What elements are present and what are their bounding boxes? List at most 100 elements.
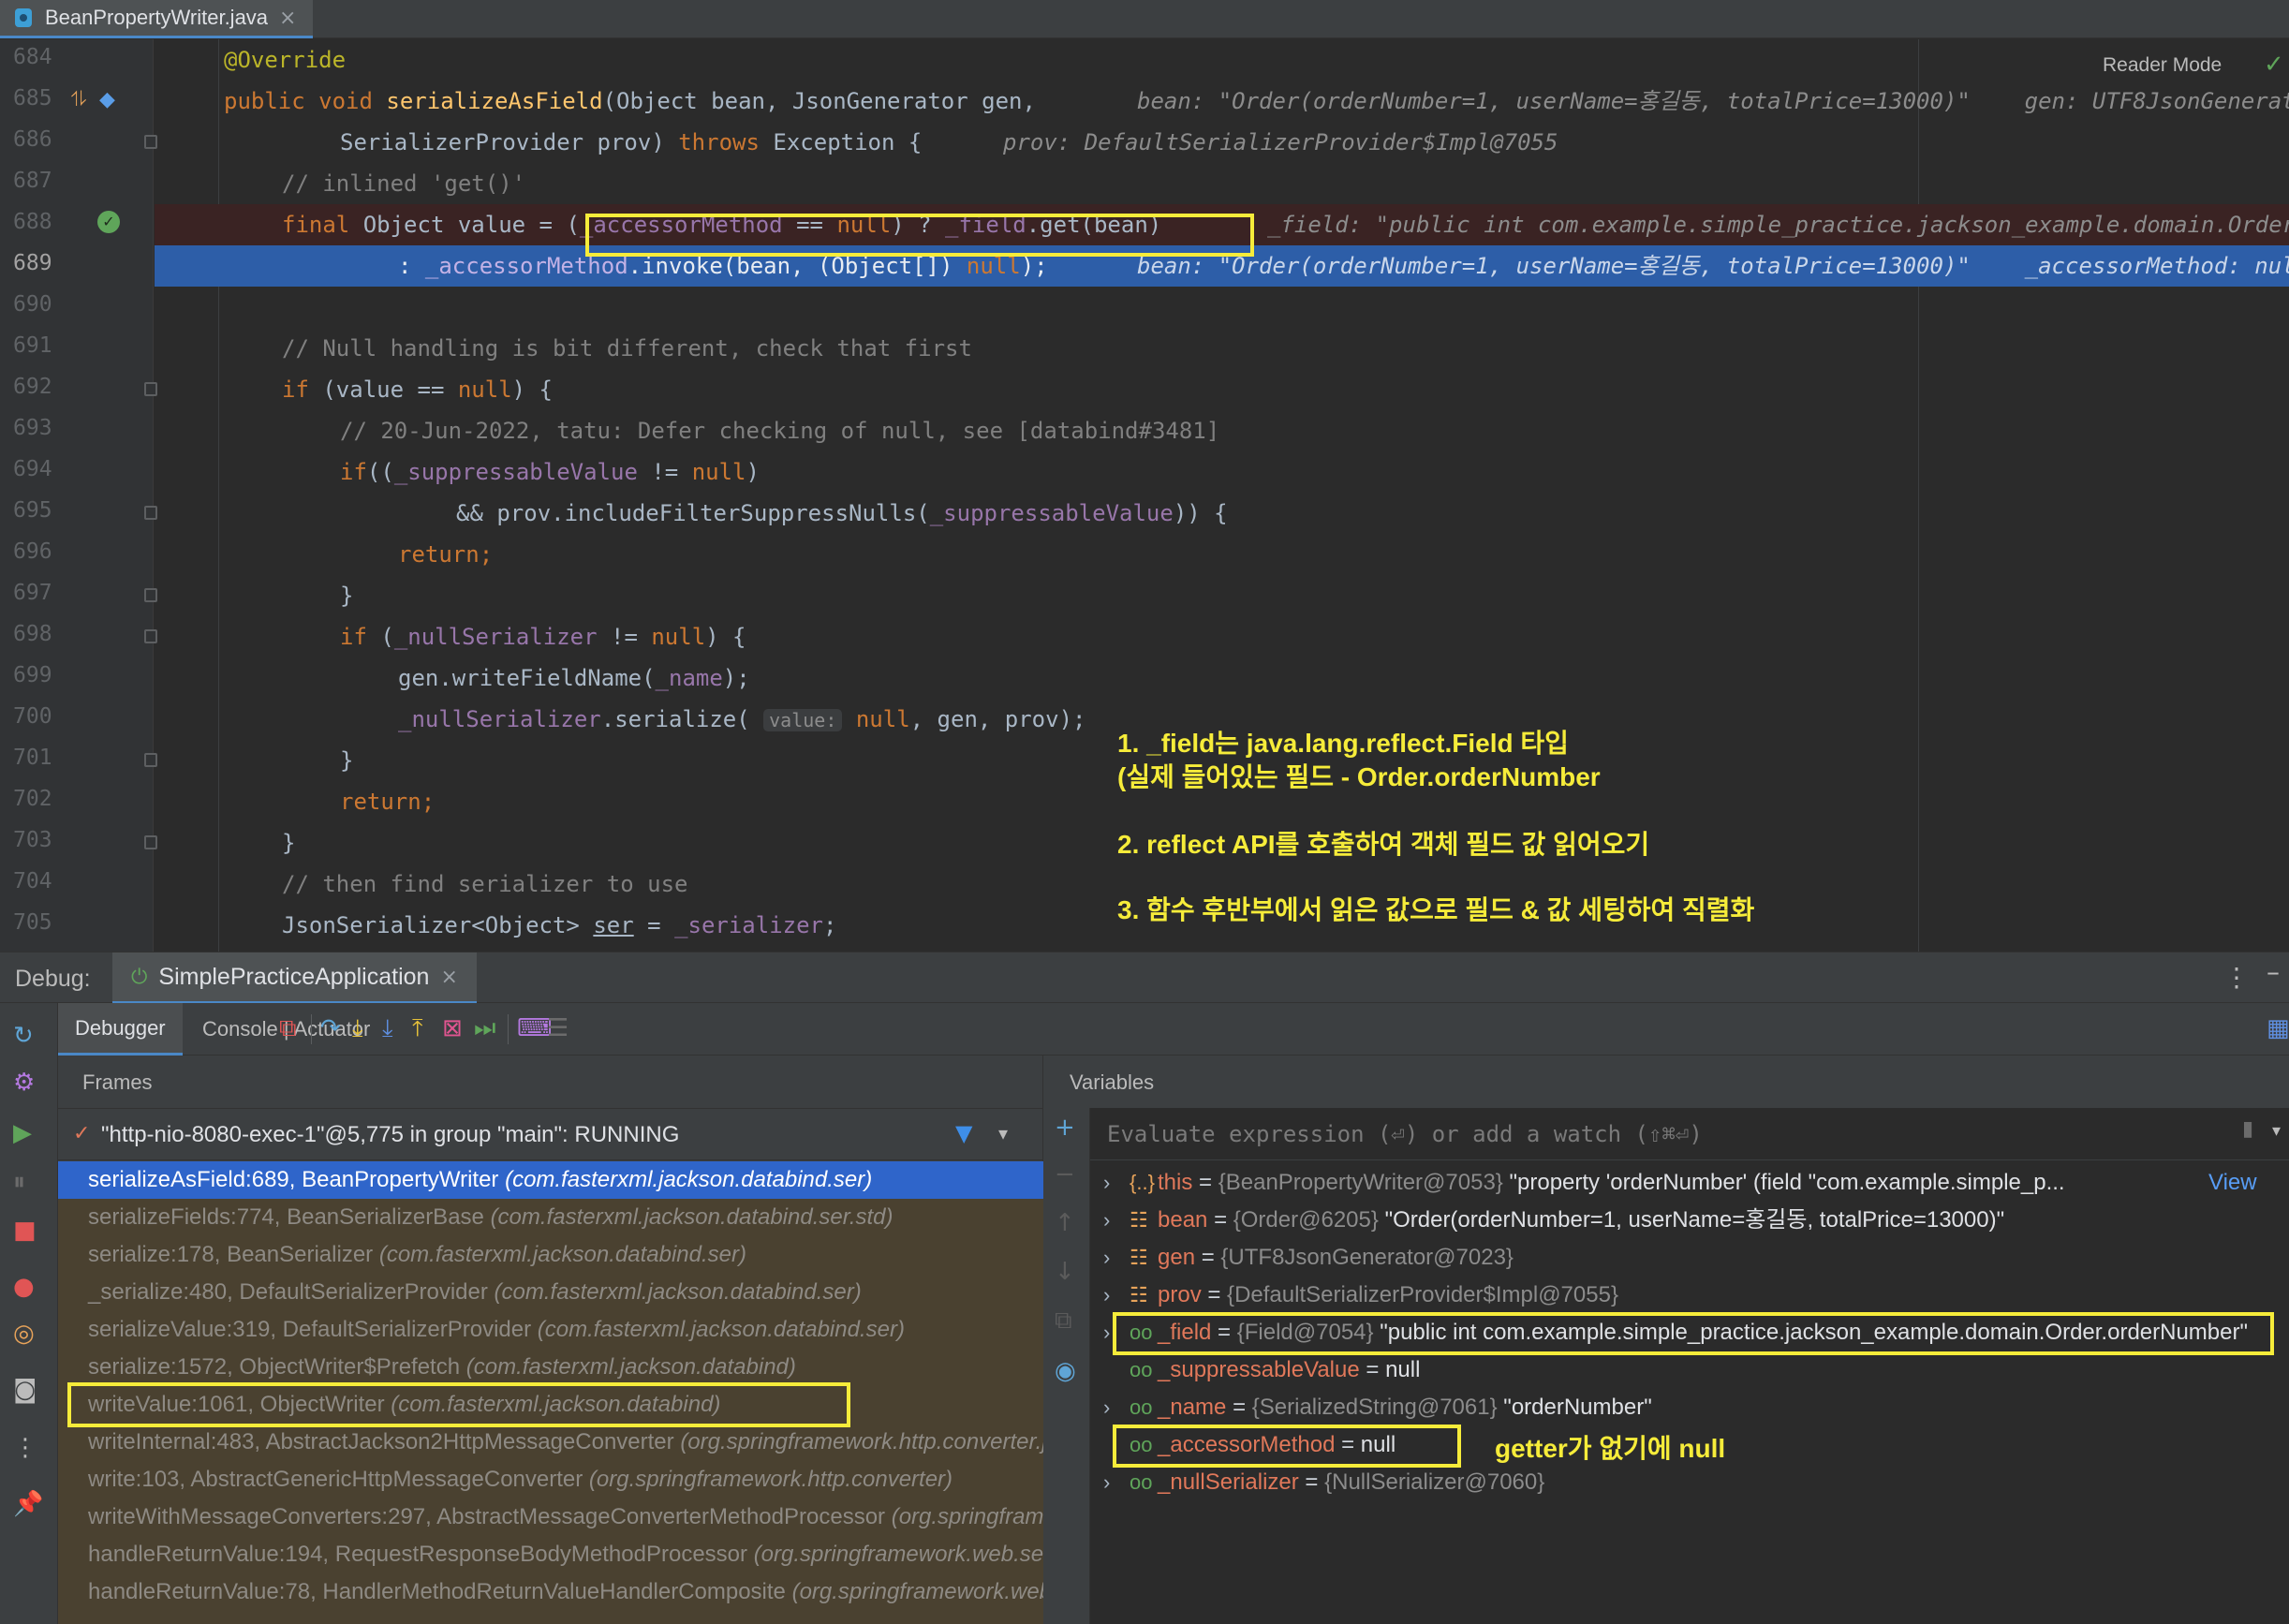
toolbar-separator	[311, 1014, 312, 1044]
step-out-icon[interactable]: ⤒	[412, 1014, 423, 1043]
close-tab-icon[interactable]: ×	[279, 7, 296, 30]
debug-marker-icon[interactable]: ◆	[99, 88, 115, 111]
view-link[interactable]: View	[2208, 1164, 2257, 1202]
variable-row-null-serializer[interactable]: › oo _nullSerializer = {NullSerializer@7…	[1090, 1464, 2289, 1501]
frame-method: writeInternal:483, AbstractJackson2HttpM…	[88, 1429, 674, 1454]
resume-icon[interactable]: ▶	[13, 1119, 32, 1147]
arrow-up-icon[interactable]: ↑	[1055, 1209, 1075, 1237]
frame-item[interactable]: handleReturnValue:194, RequestResponseBo…	[58, 1536, 1043, 1573]
session-tab-label: SimplePracticeApplication	[158, 963, 430, 990]
variable-text: _suppressableValue = null	[1158, 1357, 1421, 1382]
expand-chevron-icon[interactable]: ›	[1103, 1164, 1110, 1202]
frame-method: write:103, AbstractGenericHttpMessageCon…	[88, 1467, 583, 1492]
force-step-into-icon[interactable]: ⤓	[382, 1014, 393, 1043]
inline-debug-value: prov: DefaultSerializerProvider$Impl@705…	[1003, 129, 1558, 155]
rerun-icon[interactable]: ↻	[13, 1022, 34, 1050]
frame-item[interactable]: serializeFields:774, BeanSerializerBase …	[58, 1199, 1043, 1236]
variable-row-bean[interactable]: › ☷ bean = {Order@6205} "Order(orderNumb…	[1090, 1202, 2289, 1239]
frame-package: (org.springframework.http.converter.json…	[680, 1429, 1043, 1454]
run-to-cursor-icon[interactable]: ⏭	[474, 1014, 495, 1043]
frame-package: (org.springframework.web.method.support)	[791, 1579, 1043, 1604]
variable-row-prov[interactable]: › ☷ prov = {DefaultSerializerProvider$Im…	[1090, 1277, 2289, 1314]
frames-title: Frames	[82, 1070, 153, 1094]
arrow-down-icon[interactable]: ↓	[1055, 1258, 1075, 1286]
code-text: JsonSerializer<Object> ser = _serializer…	[282, 912, 837, 938]
show-execution-point-icon[interactable]: ⧉	[279, 1014, 297, 1043]
frame-item[interactable]: serializeValue:319, DefaultSerializerPro…	[58, 1311, 1043, 1349]
debug-session-tab[interactable]: ⏻ SimplePracticeApplication ×	[112, 952, 477, 1004]
expand-chevron-icon[interactable]: ›	[1103, 1389, 1110, 1426]
variable-row-gen[interactable]: › ☷ gen = {UTF8JsonGenerator@7023}	[1090, 1239, 2289, 1277]
minimize-icon[interactable]: –	[2267, 956, 2280, 987]
step-over-icon[interactable]: ↷	[320, 1014, 341, 1042]
show-watches-eye-icon[interactable]: ◉	[1055, 1357, 1076, 1385]
expand-chevron-icon[interactable]: ›	[1103, 1202, 1110, 1239]
thread-selector[interactable]: ✓ "http-nio-8080-exec-1"@5,775 in group …	[58, 1108, 1043, 1160]
tab-debugger[interactable]: Debugger	[58, 1003, 183, 1056]
code-text: public void serializeAsField(Object bean…	[224, 88, 1036, 114]
more-options-icon[interactable]: ⋮	[2223, 962, 2250, 993]
step-into-icon[interactable]: ⤓	[352, 1014, 363, 1043]
more-actions-icon[interactable]: ⋮	[13, 1434, 37, 1462]
mute-breakpoints-icon[interactable]: ◎	[13, 1320, 35, 1348]
variable-row-suppressable-value[interactable]: oo _suppressableValue = null	[1090, 1351, 2289, 1389]
variable-row-this[interactable]: › {..} this = {BeanPropertyWriter@7053} …	[1090, 1164, 2289, 1202]
frame-item[interactable]: _serialize:480, DefaultSerializerProvide…	[58, 1274, 1043, 1311]
reader-mode-button[interactable]: Reader Mode	[2103, 54, 2222, 77]
line-number: 688	[13, 210, 52, 234]
line-number: 686	[13, 127, 52, 152]
field-watch-icon: oo	[1130, 1358, 1153, 1381]
code-area[interactable]: @Override public void serializeAsField(O…	[155, 39, 2289, 952]
pin-icon[interactable]: 📌	[13, 1490, 43, 1518]
add-watch-icon[interactable]: +	[1055, 1114, 1075, 1142]
code-line-691: // Null handling is bit different, check…	[155, 328, 2289, 369]
camera-icon[interactable]: ◙	[13, 1376, 37, 1404]
expand-chevron-icon[interactable]: ›	[1103, 1277, 1110, 1314]
chevron-down-icon[interactable]: ▾	[2272, 1121, 2281, 1141]
code-line-694: if((_suppressableValue != null)	[155, 451, 2289, 493]
expand-chevron-icon[interactable]: ›	[1103, 1239, 1110, 1277]
remove-watch-icon[interactable]: −	[1055, 1160, 1075, 1188]
annotation-note-3: 3. 함수 후반부에서 읽은 값으로 필드 & 값 세팅하여 직렬화	[1117, 895, 1755, 924]
copy-icon[interactable]: ⧉	[1055, 1307, 1072, 1336]
frame-item[interactable]: serialize:178, BeanSerializer (com.faste…	[58, 1236, 1043, 1274]
variable-row-name[interactable]: › oo _name = {SerializedString@7061} "or…	[1090, 1389, 2289, 1426]
editor-tab-beanpropertywriter[interactable]: BeanPropertyWriter.java ×	[0, 0, 314, 38]
frame-package: (org.springframework.web.servlet.mvc.met…	[891, 1504, 1043, 1529]
frame-item[interactable]: writeWithMessageConverters:297, Abstract…	[58, 1499, 1043, 1536]
frame-item[interactable]: serializeAsField:689, BeanPropertyWriter…	[58, 1161, 1043, 1199]
bookmark-icon[interactable]: ▮	[2242, 1117, 2253, 1141]
inspection-ok-icon[interactable]: ✓	[2264, 51, 2284, 79]
java-class-icon	[13, 7, 34, 29]
close-session-icon[interactable]: ×	[440, 966, 457, 989]
variable-text: this = {BeanPropertyWriter@7053} "proper…	[1158, 1170, 2065, 1195]
frame-method: handleReturnValue:78, HandlerMethodRetur…	[88, 1579, 786, 1604]
editor-gutter[interactable]: 684 685 ⥮ ◆ 686 687 688 ✓ 689 690 691 69…	[0, 39, 157, 952]
frame-package: (com.fasterxml.jackson.databind)	[465, 1354, 796, 1380]
filter-icon[interactable]: ▼	[955, 1120, 972, 1146]
layout-settings-icon[interactable]: ▦	[2267, 1014, 2289, 1042]
override-method-icon[interactable]: ⥮	[71, 88, 86, 111]
expand-chevron-icon[interactable]: ›	[1103, 1464, 1110, 1501]
settings-gear-icon[interactable]: ⚙	[13, 1069, 35, 1097]
line-number: 698	[13, 622, 52, 646]
chevron-down-icon[interactable]: ▾	[998, 1122, 1008, 1144]
frame-item[interactable]: writeInternal:483, AbstractJackson2HttpM…	[58, 1424, 1043, 1461]
frame-item[interactable]: serialize:1572, ObjectWriter$Prefetch (c…	[58, 1349, 1043, 1386]
frame-item[interactable]: handleReturnValue:78, HandlerMethodRetur…	[58, 1573, 1043, 1611]
drop-frame-icon[interactable]: ⊠	[442, 1014, 463, 1042]
stop-icon[interactable]: ■	[13, 1217, 37, 1245]
code-text: // then find serializer to use	[282, 871, 688, 897]
expand-chevron-icon[interactable]: ›	[1103, 1314, 1110, 1351]
line-number: 699	[13, 663, 52, 687]
frame-package: (org.springframework.web.servlet.mvc.met…	[753, 1542, 1043, 1567]
trace-icon[interactable]: ☰	[547, 1014, 569, 1042]
breakpoint-verified-icon[interactable]: ✓	[97, 211, 120, 233]
evaluate-expression-input[interactable]	[1107, 1114, 2175, 1155]
view-breakpoints-icon[interactable]: ●	[13, 1273, 35, 1301]
inline-debug-value: bean: "Order(orderNumber=1, userName=홍길동…	[1137, 253, 2289, 279]
pause-icon[interactable]: ⏸	[13, 1168, 25, 1197]
evaluate-expression-row: ▮ ▾	[1090, 1108, 2289, 1160]
code-editor[interactable]: 684 685 ⥮ ◆ 686 687 688 ✓ 689 690 691 69…	[0, 39, 2289, 952]
frame-item[interactable]: write:103, AbstractGenericHttpMessageCon…	[58, 1461, 1043, 1499]
